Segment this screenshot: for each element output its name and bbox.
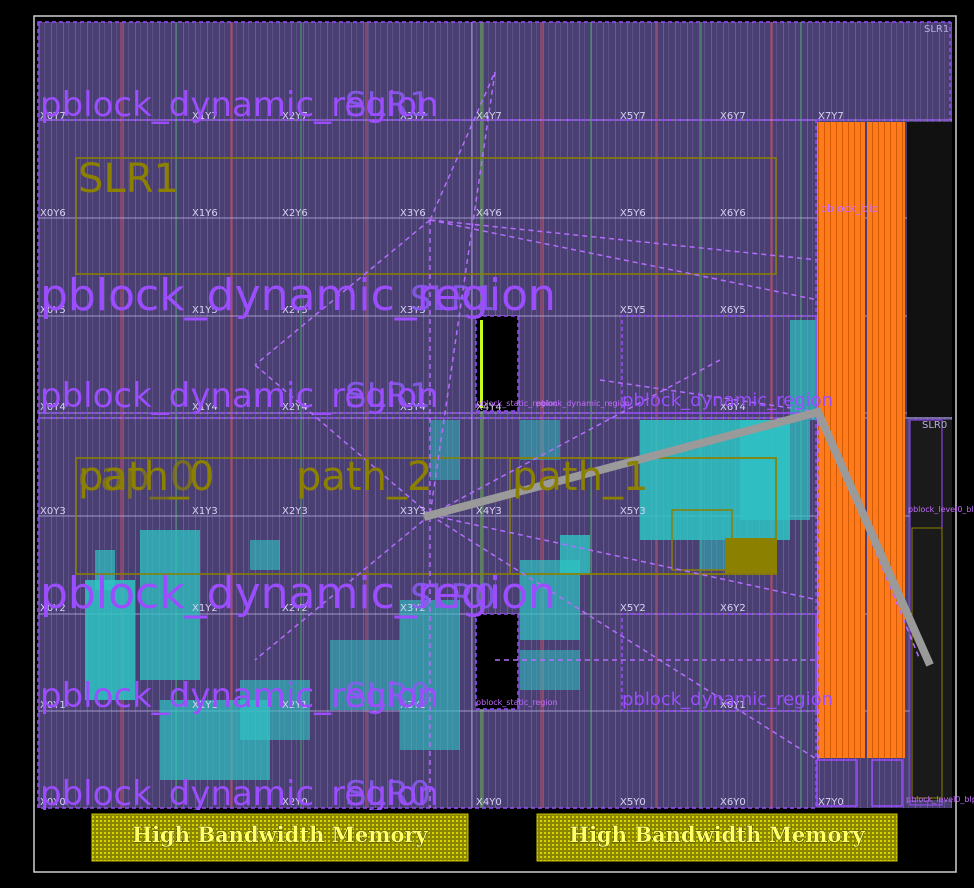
pblock-label-y4: pblock_dynamic_region: [40, 376, 439, 416]
bram-highlight: [480, 320, 483, 408]
static-region-label-2: pblock_static_region: [476, 698, 558, 707]
cr-x6y2: X6Y2: [720, 603, 746, 614]
cr-x4y6: X4Y6: [476, 208, 502, 219]
path-fill-block: [725, 538, 777, 573]
cr-x2y3: X2Y3: [282, 506, 308, 517]
cr-x7y0: X7Y0: [818, 797, 844, 808]
cr-x5y3: X5Y3: [620, 506, 646, 517]
cr-x6y0: X6Y0: [720, 797, 746, 808]
blp-label: pblock_blp: [820, 202, 879, 215]
bottom-blp-label: pblock_level0_blp: [906, 795, 974, 804]
level0-blp-label: pblock_level0_blp: [908, 505, 974, 514]
pblock-label-x6y4: pblock_dynamic_region: [622, 390, 833, 411]
hbm-right-block: High Bandwidth Memory: [536, 813, 898, 862]
cr-x6y7: X6Y7: [720, 111, 746, 122]
cr-x4y3: X4Y3: [476, 506, 502, 517]
cr-x5y6: X5Y6: [620, 208, 646, 219]
cr-x6y6: X6Y6: [720, 208, 746, 219]
dyn-small-label: pblock_dynamic_region: [536, 399, 630, 408]
device-floorplan-view[interactable]: X0Y7 X1Y7 X2Y7 X3Y7 X4Y7 X5Y7 X6Y7 X7Y7 …: [0, 0, 974, 888]
slr1-box-label: SLR1: [78, 156, 179, 202]
cr-x1y6: X1Y6: [192, 208, 218, 219]
path-0-label: path_0: [78, 454, 214, 500]
cr-x0y6: X0Y6: [40, 208, 66, 219]
pblock-label-y0: pblock_dynamic_region: [40, 774, 439, 814]
hbm-left-block: High Bandwidth Memory: [91, 813, 469, 862]
cr-x1y3: X1Y3: [192, 506, 218, 517]
pblock-label-y2: pblock_dynamic_region: [40, 568, 556, 619]
cr-x2y6: X2Y6: [282, 208, 308, 219]
path-1-label: path_1: [512, 454, 648, 500]
hbm-right-label: High Bandwidth Memory: [569, 822, 865, 847]
bram-column-bottom: [476, 614, 518, 709]
cr-x4y7: X4Y7: [476, 111, 502, 122]
slr0-corner-label: SLR0: [922, 420, 947, 431]
cr-x5y5: X5Y5: [620, 305, 646, 316]
cr-x4y0: X4Y0: [476, 797, 502, 808]
pblock-label-y1: pblock_dynamic_region: [40, 676, 439, 716]
cr-x5y2: X5Y2: [620, 603, 646, 614]
cr-x5y7: X5Y7: [620, 111, 646, 122]
hbm-left-label: High Bandwidth Memory: [132, 822, 428, 847]
cr-x6y5: X6Y5: [720, 305, 746, 316]
pblock-label-y5: pblock_dynamic_region: [40, 270, 556, 321]
pblock-label-y7: pblock_dynamic_region: [40, 85, 439, 125]
cr-x0y3: X0Y3: [40, 506, 66, 517]
slr1-corner-label: SLR1: [924, 24, 949, 35]
cr-x3y3: X3Y3: [400, 506, 426, 517]
path-2-label: path_2: [296, 454, 432, 500]
path-labels: cap_0 path_0 path_2 path_1: [78, 454, 648, 500]
pblock-label-x6y1: pblock_dynamic_region: [622, 689, 833, 710]
cr-x3y6: X3Y6: [400, 208, 426, 219]
cr-x7y7: X7Y7: [818, 111, 844, 122]
cr-x5y0: X5Y0: [620, 797, 646, 808]
